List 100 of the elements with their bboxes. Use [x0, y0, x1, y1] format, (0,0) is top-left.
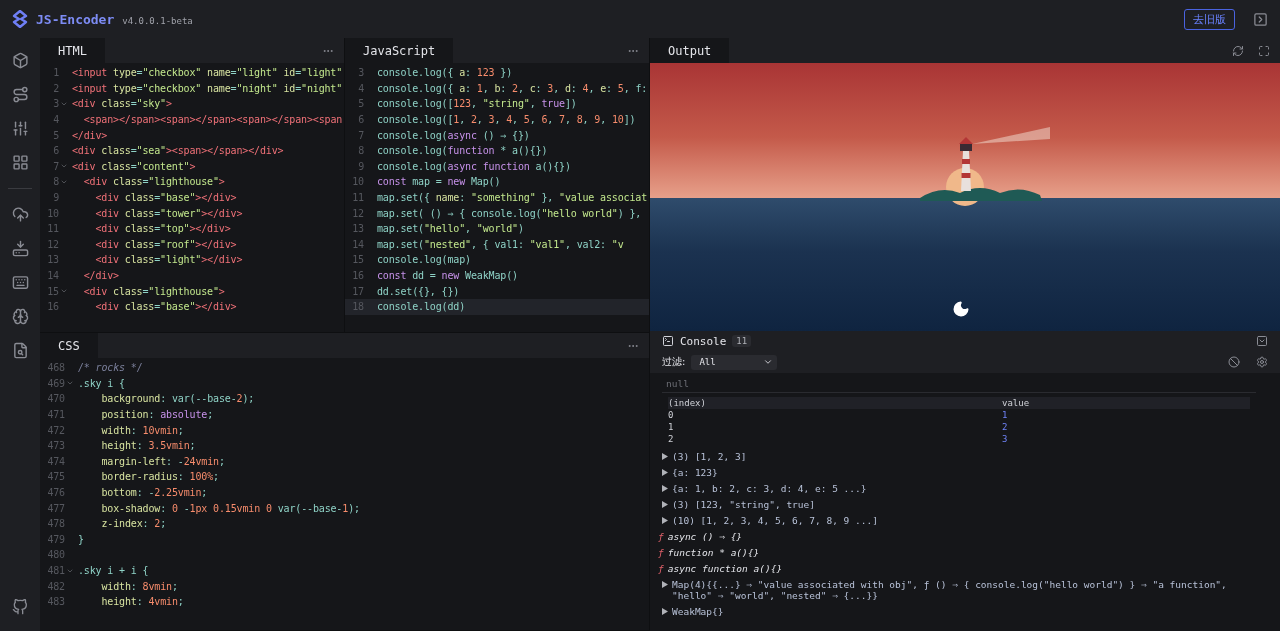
line-number: 470 — [47, 393, 65, 405]
code-line: <div class="lighthouse"> — [82, 285, 225, 297]
output-tab[interactable]: Output — [650, 38, 730, 63]
download-icon[interactable] — [11, 240, 29, 257]
github-icon[interactable] — [12, 599, 28, 615]
line-number: 15 — [47, 285, 59, 297]
console-object-text: {a: 1, b: 2, c: 3, d: 4, e: 5 ...} — [672, 483, 867, 494]
code-line: background: var(--base-2); — [100, 393, 255, 405]
line-number: 5 — [53, 129, 59, 141]
expand-triangle-icon[interactable] — [662, 501, 668, 508]
moon-icon[interactable] — [952, 300, 970, 318]
line-number: 8 — [53, 176, 59, 188]
code-line: height: 3.5vmin; — [100, 440, 196, 452]
code-line: /* rocks */ — [78, 362, 143, 374]
code-line: <div class="roof"></div> — [94, 238, 237, 250]
code-line: console.log(async () ⇒ {}) — [377, 129, 530, 141]
expand-triangle-icon[interactable] — [662, 608, 668, 615]
table-cell-text: 2 — [668, 433, 675, 445]
console-function-text: async () ⇒ {} — [667, 531, 743, 542]
line-number: 482 — [47, 580, 65, 592]
code-line: box-shadow: 0 -1px 0.15vmin 0 var(--base-1); — [100, 502, 360, 514]
code-line: map.set("nested", { val1: "val1", val2: "v — [377, 238, 624, 250]
expand-triangle-icon[interactable] — [662, 581, 668, 588]
code-line: <div class="lighthouse"> — [82, 176, 225, 188]
app-name: JS-Encoder — [36, 11, 115, 27]
console-log-text: null — [662, 375, 1256, 393]
line-number: 16 — [47, 301, 59, 313]
route-icon[interactable] — [11, 86, 29, 103]
table-cell-text: 1 — [1002, 409, 1009, 421]
cloud-upload-icon[interactable] — [11, 206, 29, 223]
grid-icon[interactable] — [11, 154, 29, 171]
line-number: 17 — [352, 285, 364, 297]
editor-tab[interactable]: JavaScript — [345, 38, 454, 63]
collapse-icon[interactable] — [1256, 335, 1268, 347]
logo-icon — [12, 10, 28, 28]
line-number: 2 — [53, 82, 59, 94]
code-line: console.log([1, 2, 3, 4, 5, 6, 7, 8, 9, 10]) — [377, 114, 636, 126]
line-number: 476 — [47, 487, 65, 499]
editor-tab[interactable]: HTML — [40, 38, 105, 63]
code-line: <div class="top"></div> — [94, 223, 231, 235]
code-line: console.log({ a: 123 }) — [377, 67, 513, 79]
line-number: 3 — [358, 67, 364, 79]
code-line: console.log(async function a(){}) — [377, 160, 571, 172]
line-number: 11 — [352, 192, 364, 204]
code-line: console.log(function * a(){}) — [377, 145, 548, 157]
filter-select[interactable]: All — [691, 354, 778, 370]
line-number: 8 — [358, 145, 364, 157]
code-line: bottom: -2.25vmin; — [100, 487, 208, 499]
line-number: 473 — [47, 440, 65, 452]
expand-triangle-icon[interactable] — [662, 453, 668, 460]
console-function-text: function * a(){} — [667, 547, 760, 558]
line-number: 14 — [47, 270, 59, 281]
brain-icon[interactable] — [11, 308, 29, 325]
code-line: map.set("hello", "world") — [377, 223, 524, 235]
editor-tab[interactable]: CSS — [40, 333, 98, 358]
console-function-text: async function a(){} — [667, 563, 783, 574]
fullscreen-icon[interactable] — [1258, 44, 1270, 57]
line-number: 481 — [47, 565, 65, 576]
code-line: width: 8vmin; — [100, 580, 178, 592]
code-line: <span></span><span></span><span></span><span — [82, 114, 343, 126]
expand-triangle-icon[interactable] — [662, 517, 668, 524]
line-number: 9 — [358, 160, 364, 172]
code-line: } — [78, 533, 84, 545]
code-line: <div class="tower"></div> — [94, 207, 243, 219]
code-line: const map = new Map() — [377, 176, 501, 188]
line-number: 16 — [352, 270, 364, 281]
chevron-down-icon[interactable] — [763, 357, 774, 367]
code-line: <div class="base"></div> — [94, 301, 237, 313]
log-count-badge: 11 — [732, 335, 752, 347]
line-number: 3 — [53, 98, 59, 110]
clear-icon[interactable] — [1228, 356, 1240, 368]
line-number: 7 — [358, 129, 364, 141]
refresh-icon[interactable] — [1232, 44, 1244, 57]
table-cell-text: 3 — [1002, 433, 1009, 445]
line-number: 468 — [47, 362, 65, 374]
code-line: console.log(dd) — [377, 301, 466, 313]
line-number: 10 — [352, 176, 364, 188]
code-line: height: 4vmin; — [100, 596, 184, 608]
code-line: console.log(map) — [377, 254, 471, 266]
code-line: </div> — [72, 129, 108, 141]
old-version-button[interactable]: 去旧版 — [1184, 8, 1235, 30]
file-search-icon[interactable] — [11, 342, 29, 359]
sliders-icon[interactable] — [11, 120, 29, 137]
code-line: <div class="content"> — [72, 160, 196, 172]
line-number: 475 — [47, 471, 65, 483]
expand-triangle-icon[interactable] — [662, 469, 668, 476]
console-object-text: (10) [1, 2, 3, 4, 5, 6, 7, 8, 9 ...] — [672, 515, 878, 526]
code-line: const dd = new WeakMap() — [377, 270, 518, 281]
expand-panel-icon[interactable] — [1253, 11, 1268, 27]
package-icon[interactable] — [11, 52, 29, 69]
code-line: </div> — [82, 270, 119, 281]
code-line: .sky i + i { — [78, 565, 149, 576]
settings-icon[interactable] — [1256, 356, 1268, 368]
keyboard-icon[interactable] — [11, 274, 29, 291]
function-marker: ƒ — [658, 531, 664, 542]
expand-triangle-icon[interactable] — [662, 485, 668, 492]
console-object-text: (3) [1, 2, 3] — [672, 451, 747, 462]
terminal-icon — [662, 335, 674, 347]
code-line: border-radius: 100%; — [100, 471, 219, 483]
table-header-cell-text: (index) — [668, 397, 707, 409]
